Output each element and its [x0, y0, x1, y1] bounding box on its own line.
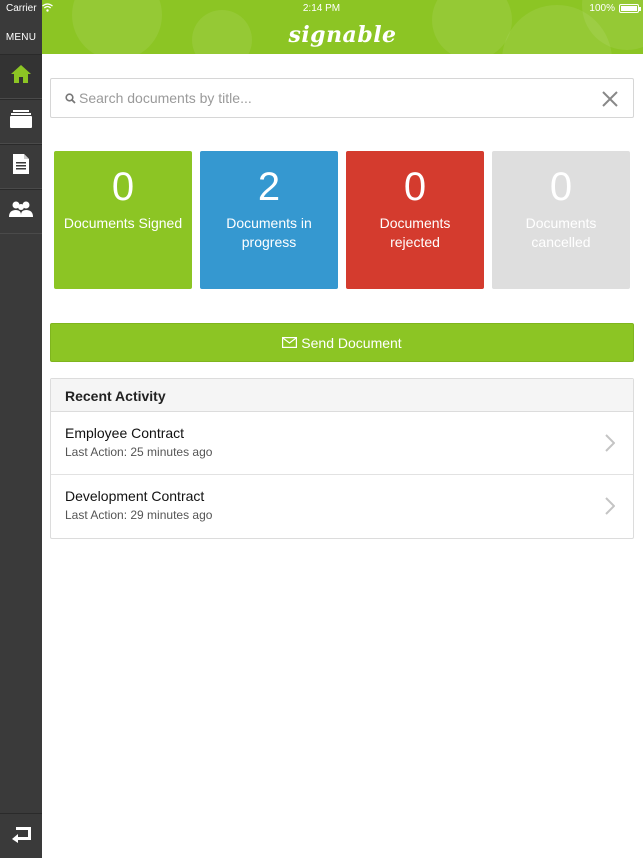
activity-title: Development Contract [65, 488, 205, 504]
sidebar-logout-button[interactable] [0, 813, 42, 858]
chevron-right-icon [605, 434, 616, 457]
sidebar: MENU [0, 0, 42, 858]
status-bar: Carrier 2:14 PM 100% [0, 0, 643, 18]
recent-activity-heading: Recent Activity [51, 379, 633, 412]
stat-label: Documents rejected [379, 215, 451, 250]
battery-icon [619, 4, 641, 13]
stat-count: 2 [257, 165, 281, 209]
activity-subtitle: Last Action: 25 minutes ago [65, 445, 213, 459]
activity-subtitle: Last Action: 29 minutes ago [65, 508, 213, 522]
stat-tile-cancelled[interactable]: 0 Documents cancelled [492, 151, 630, 289]
search-bar [50, 78, 634, 118]
sidebar-item-contacts[interactable] [0, 189, 42, 234]
stat-label: Documents cancelled [525, 215, 597, 250]
logout-icon [10, 825, 32, 848]
stat-count: 0 [111, 165, 135, 209]
status-time: 2:14 PM [302, 3, 341, 14]
recent-activity-panel: Recent Activity Employee Contract Last A… [50, 378, 634, 539]
sidebar-item-archive[interactable] [0, 99, 42, 144]
stat-count: 0 [549, 165, 573, 209]
search-input[interactable] [79, 87, 599, 109]
send-document-label: Send Document [301, 334, 402, 351]
activity-title: Employee Contract [65, 425, 185, 441]
stat-count: 0 [403, 165, 427, 209]
signable-logo: signable [288, 22, 397, 48]
stat-tile-signed[interactable]: 0 Documents Signed [54, 151, 192, 289]
activity-row[interactable]: Development Contract Last Action: 29 min… [51, 475, 633, 538]
contacts-icon [9, 200, 33, 223]
archive-icon [10, 110, 32, 133]
sidebar-item-documents[interactable] [0, 144, 42, 189]
send-document-button[interactable]: Send Document [50, 323, 634, 362]
stat-tile-rejected[interactable]: 0 Documents rejected [346, 151, 484, 289]
home-icon [10, 64, 32, 89]
clear-search-icon[interactable] [601, 90, 619, 113]
stat-label: Documents Signed [63, 215, 183, 231]
chevron-right-icon [605, 497, 616, 520]
battery-percent: 100% [589, 3, 615, 14]
envelope-icon [282, 335, 298, 351]
document-icon [12, 153, 30, 180]
stat-tile-in-progress[interactable]: 2 Documents in progress [200, 151, 338, 289]
stat-label: Documents in progress [226, 215, 312, 250]
activity-row[interactable]: Employee Contract Last Action: 25 minute… [51, 412, 633, 475]
menu-button[interactable]: MENU [0, 32, 42, 43]
sidebar-item-home[interactable] [0, 54, 42, 99]
search-icon [65, 91, 76, 109]
